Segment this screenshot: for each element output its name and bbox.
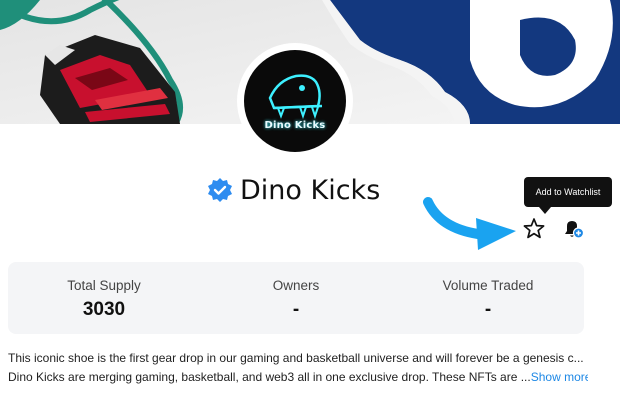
stat-owners: Owners - bbox=[200, 262, 392, 334]
stat-value: - bbox=[292, 299, 300, 320]
description-line: This iconic shoe is the first gear drop … bbox=[8, 351, 584, 365]
star-outline-icon bbox=[523, 218, 545, 239]
collection-avatar: Dino Kicks bbox=[237, 43, 353, 159]
collection-title-row: Dino Kicks bbox=[207, 170, 380, 210]
verified-badge-icon bbox=[208, 178, 232, 202]
stat-value: 3030 bbox=[82, 299, 126, 320]
stat-total-supply: Total Supply 3030 bbox=[8, 262, 200, 334]
show-more-link[interactable]: Show more bbox=[531, 370, 588, 384]
collection-stats: Total Supply 3030 Owners - Volume Traded… bbox=[8, 262, 584, 334]
dino-shoe-logo-icon bbox=[268, 74, 323, 120]
page-title: Dino Kicks bbox=[240, 174, 381, 206]
description-text: Dino Kicks are merging gaming, basketbal… bbox=[8, 370, 531, 384]
notify-button[interactable] bbox=[560, 216, 586, 242]
stat-label: Total Supply bbox=[67, 278, 141, 293]
tooltip-arrow bbox=[539, 207, 551, 214]
add-to-watchlist-button[interactable] bbox=[521, 216, 547, 242]
stat-label: Owners bbox=[272, 278, 320, 293]
pointer-arrow-icon bbox=[423, 197, 516, 250]
stat-label: Volume Traded bbox=[442, 278, 534, 293]
watchlist-tooltip: Add to Watchlist bbox=[524, 177, 612, 207]
bell-plus-icon bbox=[565, 221, 585, 239]
description-line-2: Dino Kicks are merging gaming, basketbal… bbox=[8, 368, 588, 387]
logo-text: Dino Kicks bbox=[264, 120, 326, 131]
collection-description: This iconic shoe is the first gear drop … bbox=[8, 349, 588, 387]
stat-volume-traded: Volume Traded - bbox=[392, 262, 584, 334]
stat-value: - bbox=[484, 299, 492, 320]
